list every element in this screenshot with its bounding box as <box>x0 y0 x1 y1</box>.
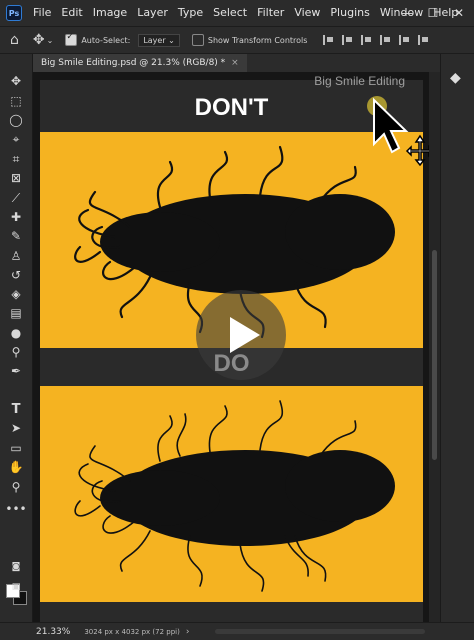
align-bottom-icon[interactable] <box>418 35 430 45</box>
align-middle-icon[interactable] <box>399 35 411 45</box>
hand-tool-icon[interactable]: ✋ <box>0 458 32 476</box>
blur-tool-icon[interactable]: ● <box>0 324 32 342</box>
eyedropper-tool-icon[interactable]: ⟋ <box>0 189 32 207</box>
brush-tool-icon[interactable]: ✎ <box>0 227 32 245</box>
healing-brush-tool-icon[interactable]: ✚ <box>0 208 32 226</box>
menu-plugins[interactable]: Plugins <box>325 0 374 26</box>
menu-filter[interactable]: Filter <box>252 0 289 26</box>
gradient-tool-icon[interactable]: ▤ <box>0 304 32 322</box>
menu-image[interactable]: Image <box>88 0 132 26</box>
close-tab-icon[interactable]: × <box>231 58 239 68</box>
home-icon[interactable]: ⌂ <box>10 32 19 48</box>
move-cursor-icon <box>373 97 432 166</box>
tools-panel: ✥ ⬚ ◯ ⌖ ⌗ ⊠ ⟋ ✚ ✎ ♙ ↺ ◈ ▤ ● ⚲ ✒ T ➤ ▭ ✋ … <box>0 54 33 622</box>
layers-icon[interactable]: ◆ <box>450 70 461 86</box>
hair-image-do <box>74 400 395 592</box>
do-photo <box>40 386 423 602</box>
menu-select[interactable]: Select <box>208 0 252 26</box>
play-button[interactable] <box>196 290 286 380</box>
document-tabs: Big Smile Editing.psd @ 21.3% (RGB/8) * × <box>33 54 440 72</box>
align-top-icon[interactable] <box>380 35 392 45</box>
play-icon <box>230 317 260 353</box>
align-right-icon[interactable] <box>361 35 373 45</box>
document-tab[interactable]: Big Smile Editing.psd @ 21.3% (RGB/8) * × <box>33 54 247 72</box>
close-icon[interactable]: ✕ <box>446 0 472 26</box>
rectangle-tool-icon[interactable]: ▭ <box>0 439 32 457</box>
watermark-text: Big Smile Editing <box>314 74 405 88</box>
object-select-tool-icon[interactable]: ⌖ <box>0 130 32 148</box>
lasso-tool-icon[interactable]: ◯ <box>0 111 32 129</box>
chevron-down-icon[interactable]: ⌄ <box>47 36 54 45</box>
options-bar: ⌂ ✥ ⌄ Auto-Select: Layer ⌄ Show Transfor… <box>0 26 474 54</box>
auto-select-target-dropdown[interactable]: Layer ⌄ <box>138 33 180 47</box>
history-brush-tool-icon[interactable]: ↺ <box>0 266 32 284</box>
show-transform-checkbox[interactable] <box>191 34 204 46</box>
show-transform-label: Show Transform Controls <box>207 35 308 45</box>
vertical-scrollbar[interactable] <box>429 72 440 622</box>
document-info: 3024 px x 4032 px (72 ppi) <box>84 627 180 636</box>
minimize-icon[interactable]: — <box>394 0 420 26</box>
right-panel-dock: ◆ <box>440 54 474 622</box>
menu-type[interactable]: Type <box>173 0 208 26</box>
frame-tool-icon[interactable]: ⊠ <box>0 169 32 187</box>
clone-stamp-tool-icon[interactable]: ♙ <box>0 247 32 265</box>
menu-bar: Ps File Edit Image Layer Type Select Fil… <box>0 0 474 26</box>
dodge-tool-icon[interactable]: ⚲ <box>0 343 32 361</box>
menu-view[interactable]: View <box>289 0 325 26</box>
screen-mode-icon[interactable]: ▣ <box>0 578 32 596</box>
status-bar: 21.33% 3024 px x 4032 px (72 ppi) › <box>0 622 474 640</box>
align-buttons <box>323 35 430 45</box>
auto-select-checkbox[interactable] <box>65 32 78 46</box>
canvas-area[interactable]: Big Smile Editing DON'T <box>33 72 432 622</box>
move-tool-icon[interactable]: ✥ <box>0 72 32 90</box>
crop-tool-icon[interactable]: ⌗ <box>0 150 32 168</box>
zoom-tool-icon[interactable]: ⚲ <box>0 478 32 496</box>
align-center-icon[interactable] <box>342 35 354 45</box>
auto-select-target-value: Layer <box>143 35 166 45</box>
zoom-level[interactable]: 21.33% <box>36 627 70 637</box>
more-tools-icon[interactable]: ••• <box>0 500 32 518</box>
maximize-icon[interactable]: ☐ <box>420 0 446 26</box>
document-tab-title: Big Smile Editing.psd @ 21.3% (RGB/8) * <box>41 58 226 68</box>
marquee-tool-icon[interactable]: ⬚ <box>0 92 32 110</box>
type-tool-icon[interactable]: T <box>0 400 32 418</box>
vertical-scroll-thumb[interactable] <box>432 250 437 460</box>
align-left-icon[interactable] <box>323 35 335 45</box>
pen-tool-icon[interactable]: ✒ <box>0 362 32 380</box>
path-select-tool-icon[interactable]: ➤ <box>0 419 32 437</box>
eraser-tool-icon[interactable]: ◈ <box>0 285 32 303</box>
menu-layer[interactable]: Layer <box>132 0 173 26</box>
photoshop-logo-icon[interactable]: Ps <box>6 5 22 21</box>
quick-mask-icon[interactable]: ◙ <box>0 558 32 576</box>
auto-select-label: Auto-Select: <box>81 35 131 45</box>
horizontal-scrollbar[interactable] <box>215 629 425 634</box>
status-chevron-icon[interactable]: › <box>186 627 190 637</box>
menu-file[interactable]: File <box>28 0 56 26</box>
menu-edit[interactable]: Edit <box>56 0 87 26</box>
move-tool-preset-icon[interactable]: ✥ <box>33 32 45 48</box>
